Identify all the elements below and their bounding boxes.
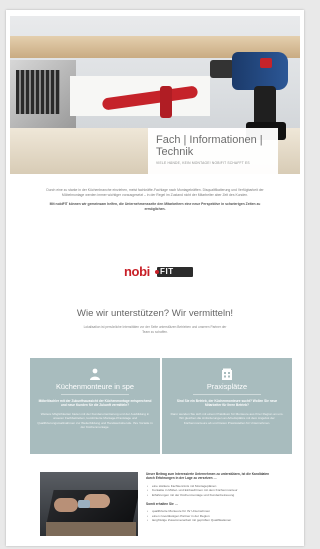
card-praxisplaetze[interactable]: Praxisplätze Sind Sie ein Betrieb, der K… [162, 358, 292, 454]
card-title: Küchenmonteure in spe [55, 382, 135, 391]
worker-icon [88, 367, 102, 380]
benefits-list-2: qualifizierte Monteure für Ihr Unternehm… [146, 509, 276, 523]
page: Fach | Informationen | Technik Viele Hän… [6, 10, 304, 546]
card-kuechenmonteure[interactable]: Küchenmonteure in spe Möbeltischler mit … [30, 358, 160, 454]
intro-text: Durch eine zu starke in der Küchenbranch… [40, 188, 270, 212]
hero-subtitle: Viele Hände, kein Montage! Nobifit schaf… [156, 161, 250, 165]
installation-photo [40, 472, 138, 536]
section-heading: Wie wir unterstützen? Wir vermitteln! [76, 308, 234, 319]
list-item: langfristige Zusammenarbeit mit geprüfte… [146, 518, 276, 523]
card-lead: Sind Sie ein Betrieb, der Küchenmonteure… [176, 399, 278, 408]
hero-title-card: Fach | Informationen | Technik Viele Hän… [148, 128, 278, 178]
card-body: Dann wenden Sie sich mit einem Praktikum… [170, 411, 284, 425]
benefits-text: Unser Beitrag zum Interessierte Unterneh… [146, 472, 276, 523]
logo-brand: nobi [124, 264, 150, 279]
intro-paragraph: Durch eine zu starke in der Küchenbranch… [46, 188, 264, 197]
benefits-list-1: eine stärkere Fachkenntnis mit Montagepl… [146, 484, 276, 498]
card-body: Weitere Möglichkeiten bieten mit der Kun… [37, 411, 153, 430]
building-icon [220, 367, 234, 380]
hero-title: Fach | Informationen | Technik [156, 134, 263, 158]
benefits-mid: Somit erhalten Sie … [146, 501, 178, 506]
card-title: Praxisplätze [206, 382, 248, 391]
benefits-intro: Unser Beitrag zum Interessierte Unterneh… [146, 472, 270, 481]
logo-suffix: FIT [160, 267, 174, 276]
support-section-header: Wie wir unterstützen? Wir vermitteln! Lo… [26, 308, 284, 334]
intro-highlight: Mit nobiFIT können wir gemeinsam helfen,… [49, 202, 261, 211]
section-lead: Lokalisation ist persönliche Intensitäte… [83, 325, 227, 334]
logo-dot-icon [155, 270, 159, 274]
nobifit-logo[interactable]: nobi FIT [124, 264, 193, 279]
card-lead: Möbeltischler mit der Zukunftsaussicht d… [38, 399, 152, 408]
list-item: Erfahrungen mit der Küchenmontage und Ku… [146, 493, 276, 498]
